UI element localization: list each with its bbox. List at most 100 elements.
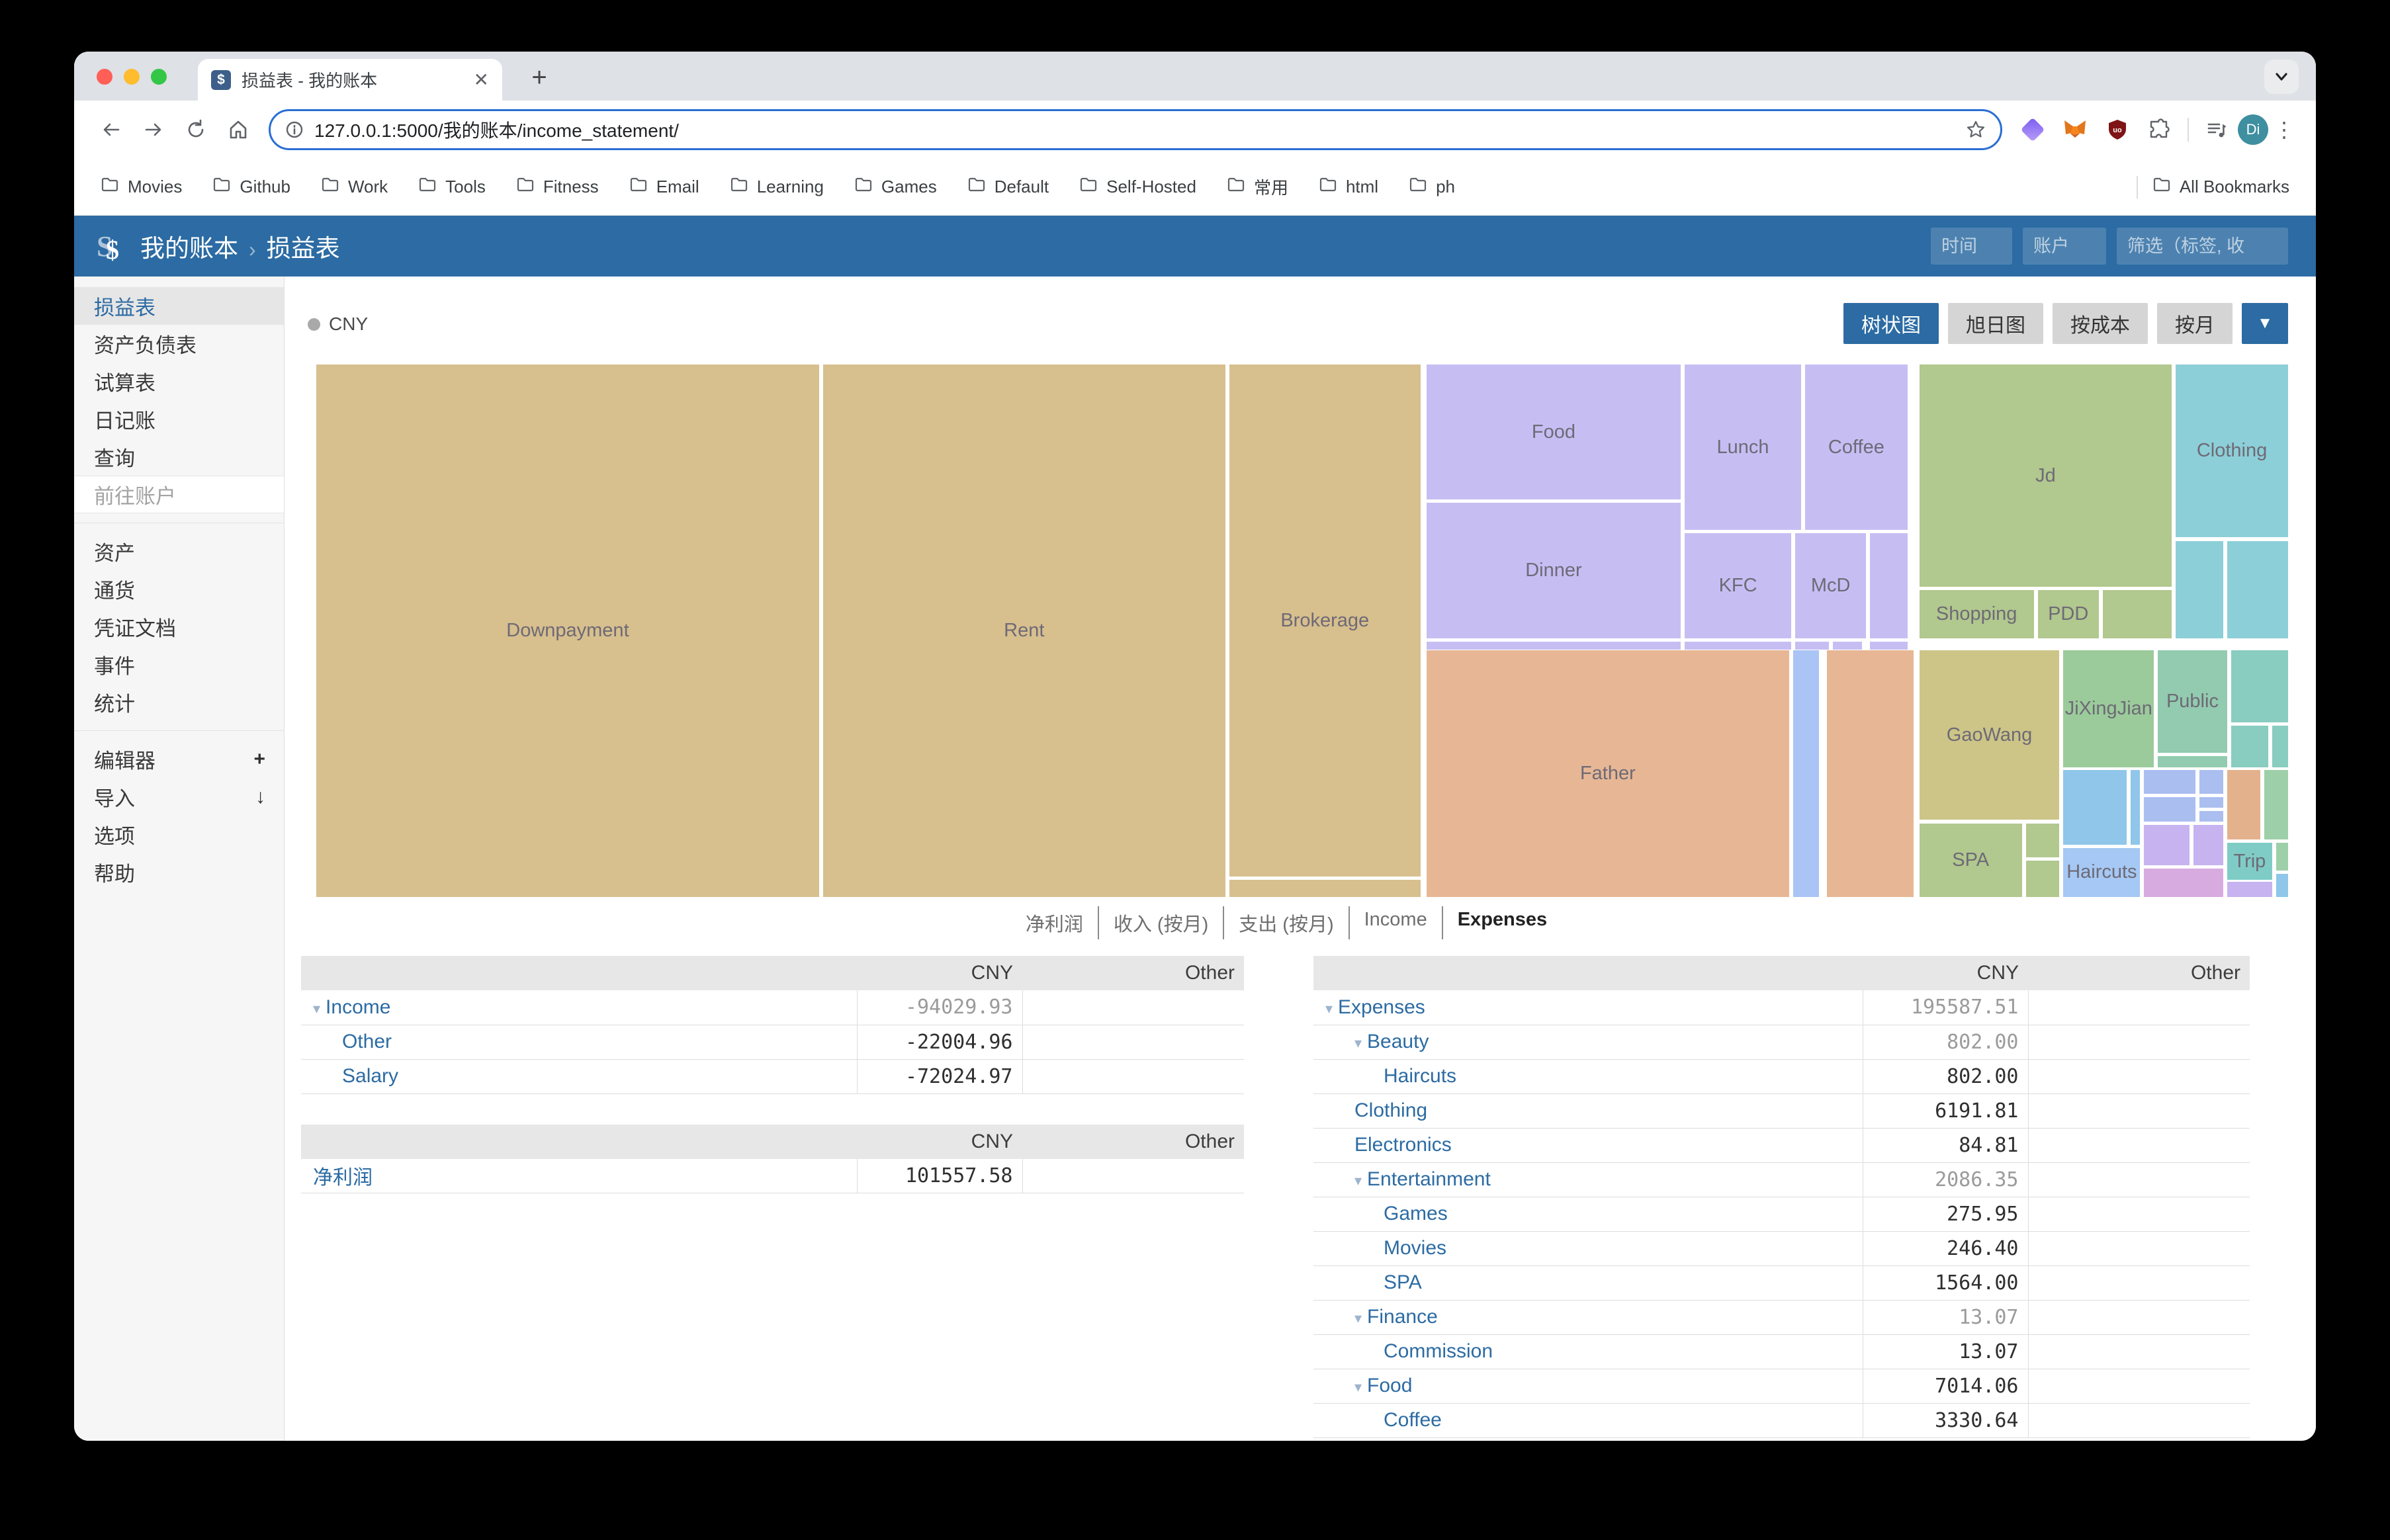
bookmark-folder-Fitness[interactable]: Fitness bbox=[516, 175, 599, 198]
treemap-cell-downpayment[interactable]: Downpayment bbox=[316, 364, 819, 897]
collapse-arrow-icon[interactable]: ▾ bbox=[1354, 1310, 1362, 1326]
account-filter-input[interactable] bbox=[2023, 228, 2106, 265]
treemap-cell[interactable] bbox=[1229, 880, 1421, 897]
treemap-cell-trip[interactable]: Trip bbox=[2227, 842, 2273, 880]
treemap-cell[interactable] bbox=[2231, 725, 2269, 768]
chart-link-Expenses[interactable]: Expenses bbox=[1441, 906, 1562, 939]
bookmark-folder-Learning[interactable]: Learning bbox=[730, 175, 824, 198]
url-text[interactable]: 127.0.0.1:5000/我的账本/income_statement/ bbox=[314, 116, 1966, 143]
chart-link-收入 (按月)[interactable]: 收入 (按月) bbox=[1097, 906, 1223, 939]
treemap-cell-mcd[interactable]: McD bbox=[1795, 533, 1867, 638]
ublock-icon[interactable]: uo bbox=[2100, 112, 2135, 148]
bookmark-folder-Movies[interactable]: Movies bbox=[101, 175, 182, 198]
treemap-cell[interactable] bbox=[2144, 868, 2223, 897]
account-link[interactable]: Expenses bbox=[1338, 996, 1425, 1018]
chart-link-支出 (按月)[interactable]: 支出 (按月) bbox=[1223, 906, 1348, 939]
sidebar-item-编辑器[interactable]: 编辑器 + bbox=[74, 740, 284, 778]
treemap-cell[interactable] bbox=[2199, 796, 2223, 808]
extension-diamond-icon[interactable] bbox=[2015, 112, 2051, 148]
account-link[interactable]: Clothing bbox=[1354, 1099, 1427, 1121]
treemap-cell-jixingjian[interactable]: JiXingJian bbox=[2063, 650, 2154, 768]
treemap-cell[interactable] bbox=[1795, 641, 1829, 650]
treemap-cell-brokerage[interactable]: Brokerage bbox=[1229, 364, 1421, 877]
address-bar[interactable]: 127.0.0.1:5000/我的账本/income_statement/ bbox=[269, 109, 2002, 150]
account-link[interactable]: Income bbox=[326, 996, 390, 1018]
sidebar-item-事件[interactable]: 事件 bbox=[74, 646, 284, 683]
chart-dropdown-button[interactable]: ▼ bbox=[2242, 303, 2288, 344]
tab-search-button[interactable] bbox=[2264, 60, 2299, 94]
treemap-cell[interactable] bbox=[1870, 641, 1908, 650]
close-window-button[interactable] bbox=[97, 69, 112, 85]
treemap-cell[interactable] bbox=[2193, 824, 2223, 865]
all-bookmarks-button[interactable]: All Bookmarks bbox=[2152, 175, 2289, 198]
account-link[interactable]: Food bbox=[1367, 1375, 1412, 1396]
metamask-icon[interactable] bbox=[2057, 112, 2093, 148]
treemap-cell-kfc[interactable]: KFC bbox=[1685, 533, 1792, 638]
tab-close-icon[interactable]: ✕ bbox=[474, 69, 489, 91]
collapse-arrow-icon[interactable]: ▾ bbox=[1354, 1172, 1362, 1189]
time-filter-input[interactable] bbox=[1931, 228, 2012, 265]
account-link[interactable]: Commission bbox=[1384, 1340, 1493, 1362]
treemap-cell[interactable] bbox=[2176, 541, 2223, 638]
treemap-cell[interactable] bbox=[2102, 590, 2172, 638]
treemap-cell-coffee[interactable]: Coffee bbox=[1804, 364, 1908, 531]
treemap-cell[interactable] bbox=[2276, 873, 2288, 897]
account-link[interactable]: Haircuts bbox=[1384, 1065, 1456, 1087]
bookmark-folder-常用[interactable]: 常用 bbox=[1227, 175, 1288, 199]
treemap-cell-lunch[interactable]: Lunch bbox=[1685, 364, 1801, 531]
chart-link-净利润[interactable]: 净利润 bbox=[1011, 906, 1098, 939]
bookmark-folder-Email[interactable]: Email bbox=[629, 175, 699, 198]
account-link[interactable]: Entertainment bbox=[1367, 1168, 1491, 1190]
bookmark-folder-ph[interactable]: ph bbox=[1409, 175, 1455, 198]
sidebar-item-试算表[interactable]: 试算表 bbox=[74, 363, 284, 400]
bookmark-folder-html[interactable]: html bbox=[1319, 175, 1378, 198]
media-controls-icon[interactable] bbox=[2199, 112, 2235, 148]
account-link[interactable]: 净利润 bbox=[313, 1167, 373, 1189]
chart-mode-按成本[interactable]: 按成本 bbox=[2053, 303, 2148, 344]
new-tab-button[interactable]: + bbox=[524, 62, 554, 93]
bookmark-folder-Self-Hosted[interactable]: Self-Hosted bbox=[1079, 175, 1196, 198]
treemap-cell[interactable] bbox=[2130, 770, 2141, 845]
treemap-cell-gaowang[interactable]: GaoWang bbox=[1919, 650, 2060, 820]
sidebar-item-损益表[interactable]: 损益表 bbox=[74, 287, 284, 325]
account-link[interactable]: Beauty bbox=[1367, 1031, 1429, 1052]
sidebar-item-导入[interactable]: 导入 ↓ bbox=[74, 778, 284, 816]
treemap-cell[interactable] bbox=[2227, 882, 2273, 897]
treemap-cell[interactable] bbox=[2231, 650, 2288, 722]
treemap-cell[interactable] bbox=[2063, 770, 2127, 845]
sidebar-item-选项[interactable]: 选项 bbox=[74, 816, 284, 853]
reload-button[interactable] bbox=[179, 112, 213, 147]
treemap-cell[interactable] bbox=[1870, 533, 1908, 638]
browser-tab[interactable]: $ 损益表 - 我的账本 ✕ bbox=[198, 59, 502, 101]
sidebar-item-前往账户[interactable]: 前往账户 bbox=[74, 476, 284, 513]
treemap-cell[interactable] bbox=[2199, 770, 2223, 794]
zoom-window-button[interactable] bbox=[151, 69, 167, 85]
treemap-cell-father[interactable]: Father bbox=[1426, 650, 1790, 897]
tag-filter-input[interactable] bbox=[2117, 228, 2288, 265]
sidebar-item-日记账[interactable]: 日记账 bbox=[74, 400, 284, 438]
account-link[interactable]: Electronics bbox=[1354, 1134, 1452, 1156]
treemap-cell[interactable] bbox=[2272, 725, 2288, 768]
sidebar-item-通货[interactable]: 通货 bbox=[74, 570, 284, 608]
treemap-cell-shopping[interactable]: Shopping bbox=[1919, 590, 2034, 638]
treemap-cell[interactable] bbox=[2144, 796, 2195, 822]
sidebar-item-凭证文档[interactable]: 凭证文档 bbox=[74, 608, 284, 646]
breadcrumb-ledger[interactable]: 我的账本 bbox=[140, 235, 238, 262]
account-link[interactable]: Coffee bbox=[1384, 1409, 1442, 1431]
treemap-cell[interactable] bbox=[2025, 823, 2060, 857]
treemap-cell[interactable] bbox=[2227, 541, 2288, 638]
chart-link-Income[interactable]: Income bbox=[1348, 906, 1442, 939]
treemap-cell[interactable] bbox=[1832, 641, 1863, 650]
treemap-cell[interactable] bbox=[2199, 810, 2223, 822]
treemap-cell-public[interactable]: Public bbox=[2158, 650, 2227, 753]
bookmark-folder-Github[interactable]: Github bbox=[212, 175, 290, 198]
treemap-cell[interactable] bbox=[2144, 770, 2195, 794]
bookmark-folder-Games[interactable]: Games bbox=[854, 175, 937, 198]
bookmark-folder-Tools[interactable]: Tools bbox=[418, 175, 486, 198]
account-link[interactable]: Finance bbox=[1367, 1306, 1438, 1328]
treemap-cell[interactable] bbox=[2276, 842, 2288, 871]
account-link[interactable]: Movies bbox=[1384, 1237, 1446, 1259]
treemap-cell-dinner[interactable]: Dinner bbox=[1426, 503, 1681, 638]
site-info-icon[interactable] bbox=[285, 120, 304, 139]
browser-menu-icon[interactable]: ⋮ bbox=[2274, 117, 2295, 142]
